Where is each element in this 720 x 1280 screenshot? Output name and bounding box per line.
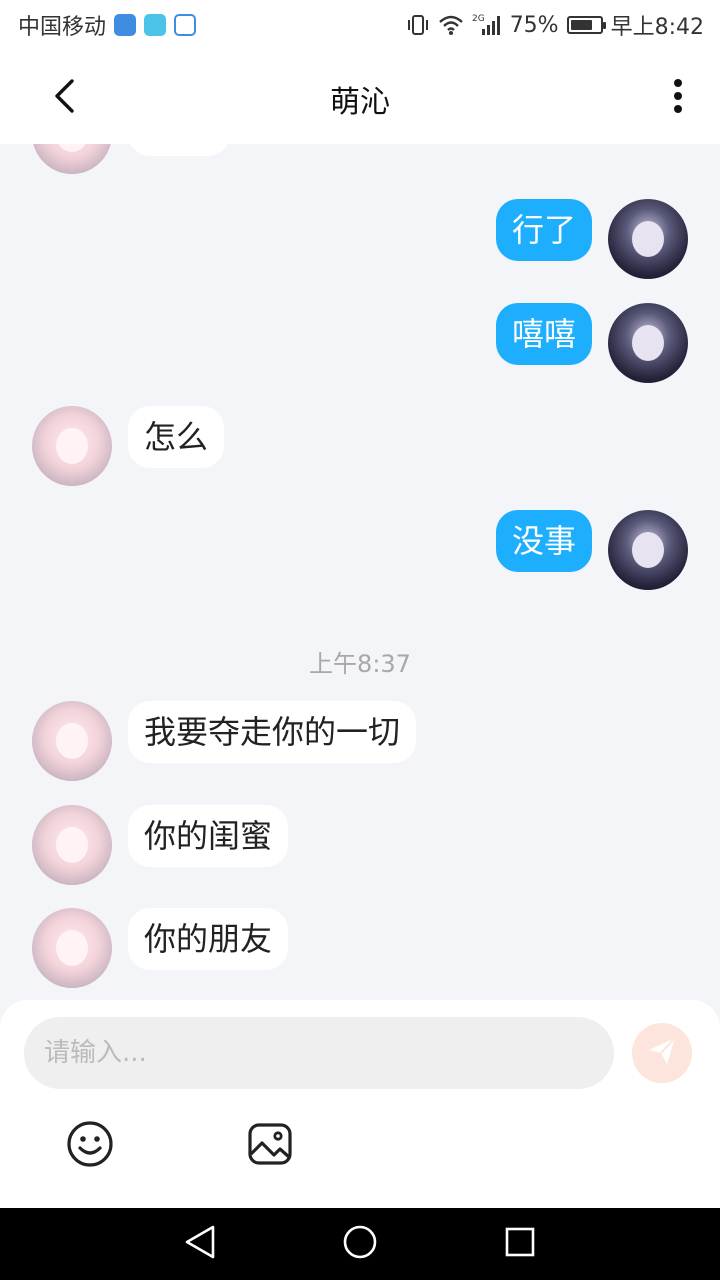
network-badge: 2G [472,14,485,24]
back-triangle-icon [183,1224,217,1264]
message-row: 没事 [0,510,720,590]
status-bar: 中国移动 2G 75% 早上8:42 [0,0,720,50]
carrier-name: 中国移动 [18,15,107,40]
message-bubble-outgoing[interactable]: 没事 [495,510,592,572]
battery-fill [570,20,592,30]
message-row-partial [0,144,720,174]
paper-plane-icon [647,1036,677,1070]
my-avatar[interactable] [608,199,688,279]
message-row: 嘻嘻 [0,303,720,383]
battery-percent: 75% [509,12,559,38]
nav-recents-button[interactable] [500,1224,540,1264]
message-bubble-partial[interactable] [128,144,230,156]
message-bubble-incoming[interactable]: 我要夺走你的一切 [128,701,417,763]
message-input[interactable] [24,1017,614,1089]
shield-app-icon [114,14,137,36]
battery-icon [566,16,606,34]
message-bubble-incoming[interactable]: 你的闺蜜 [128,805,289,867]
nav-home-button[interactable] [340,1224,380,1264]
smiley-icon [66,1120,114,1172]
my-avatar[interactable] [608,303,688,383]
message-row: 行了 [0,199,720,279]
composer-panel [0,1000,720,1208]
message-bubble-outgoing[interactable]: 嘻嘻 [495,303,592,365]
message-timestamp: 上午8:37 [309,650,411,678]
home-circle-icon [342,1224,378,1264]
message-row: 我要夺走你的一切 [0,701,720,781]
chat-title: 萌沁 [330,85,390,120]
emoji-button[interactable] [64,1120,116,1172]
friend-avatar[interactable] [32,805,112,885]
image-icon [247,1122,293,1170]
nav-back-button[interactable] [180,1224,220,1264]
vibrate-icon [406,14,430,36]
recents-square-icon [504,1226,536,1262]
system-nav-bar [0,1208,720,1280]
message-row: 你的闺蜜 [0,805,720,885]
my-avatar[interactable] [608,510,688,590]
friend-avatar[interactable] [32,144,112,174]
message-bubble-incoming[interactable]: 怎么 [128,406,225,468]
signal-icon: 2G [472,13,502,37]
message-bubble-outgoing[interactable]: 行了 [495,199,592,261]
book-app-icon [144,14,167,36]
friend-avatar[interactable] [32,908,112,988]
more-options-button[interactable] [658,70,698,126]
status-bar-right: 2G 75% 早上8:42 [406,9,704,41]
message-row: 你的朋友 [0,908,720,988]
chat-header: 萌沁 [0,50,720,144]
message-bubble-incoming[interactable]: 你的朋友 [128,908,289,970]
friend-avatar[interactable] [32,406,112,486]
friend-avatar[interactable] [32,701,112,781]
status-bar-left: 中国移动 [18,9,197,41]
message-row: 怎么 [0,406,720,486]
paw-app-icon [174,14,197,36]
image-button[interactable] [244,1120,296,1172]
more-vertical-icon [673,78,683,118]
message-list[interactable]: 行了 嘻嘻 怎么 没事 上午8:37 我要夺走你的一切 你的闺蜜 你的朋友 [0,144,720,1000]
send-button[interactable] [632,1023,692,1083]
wifi-icon [438,14,464,36]
status-time: 早上8:42 [610,15,704,40]
